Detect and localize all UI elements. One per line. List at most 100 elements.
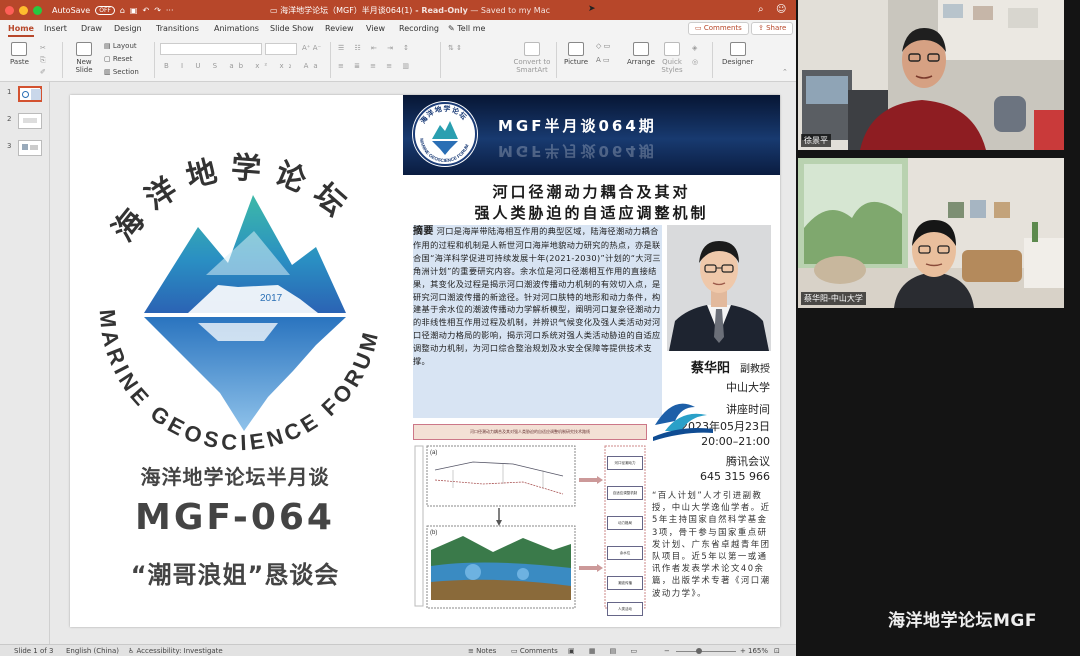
fit-slide-icon[interactable]: ⊡: [774, 647, 780, 655]
collapse-ribbon-icon[interactable]: ⌃: [782, 68, 788, 76]
font-grow-icon[interactable]: A⁺ A⁻: [302, 44, 321, 52]
font-format-icons[interactable]: B I U S ab x² x₂ Aa: [164, 62, 323, 70]
picture-icon: [568, 42, 585, 56]
font-name-select[interactable]: [160, 43, 262, 55]
ribbon-separator: [556, 42, 557, 78]
quick-styles-label: Quick Styles: [661, 58, 683, 74]
account-icon[interactable]: ☺: [776, 4, 786, 15]
notes-button[interactable]: ≡ Notes: [468, 647, 496, 655]
speaker-name: 蔡华阳: [690, 361, 730, 376]
speaker-photo: [667, 225, 771, 351]
zoom-level[interactable]: 165%: [748, 647, 768, 655]
slide-thumbnail-3[interactable]: [18, 140, 42, 156]
figure-step-box: 自适应调整机制: [607, 486, 643, 500]
shapes-icon[interactable]: ◇ ▭: [596, 42, 610, 50]
comments-button[interactable]: ▭ Comments: [688, 22, 749, 35]
close-window-button[interactable]: [5, 5, 14, 15]
tab-review[interactable]: Review: [325, 24, 354, 33]
slide-thumbnails-pane: 1 2 3: [0, 82, 50, 644]
cut-icon[interactable]: ✂: [40, 44, 46, 52]
copy-icon[interactable]: ⎘: [40, 56, 46, 65]
badge-logo-graphic: 海洋地学论坛 MARINE GEOSCIENCE FORUM: [413, 102, 477, 166]
slide-thumbnail-1[interactable]: [18, 86, 42, 102]
figure-step-box: 人类活动: [607, 602, 643, 616]
reset-button[interactable]: ▢ Reset: [104, 55, 132, 63]
tab-slide-show[interactable]: Slide Show: [270, 24, 314, 33]
search-icon[interactable]: ⌕: [758, 4, 764, 15]
quick-styles-button[interactable]: Quick Styles: [659, 42, 685, 74]
tell-me-label: Tell me: [457, 24, 486, 33]
thumbnail-number: 3: [7, 142, 12, 150]
participant-video-bottom[interactable]: 蔡华阳-中山大学: [798, 158, 1064, 308]
new-slide-button[interactable]: New Slide: [72, 42, 96, 74]
zoom-in-icon[interactable]: +: [740, 647, 746, 655]
fill-icon[interactable]: ◈: [692, 44, 697, 52]
event-title: “潮哥浪姐”恳谈会: [130, 561, 340, 589]
save-icon[interactable]: ▣: [130, 6, 138, 15]
share-button[interactable]: ⇪ Share: [751, 22, 794, 35]
lightbulb-icon: ✎: [448, 24, 458, 33]
tab-transitions[interactable]: Transitions: [156, 24, 199, 33]
saved-label: — Saved to my Mac: [467, 6, 550, 15]
picture-button[interactable]: Picture: [564, 42, 588, 66]
format-painter-icon[interactable]: ✐: [40, 68, 46, 76]
tab-design[interactable]: Design: [114, 24, 142, 33]
zoom-slider-knob[interactable]: [696, 648, 702, 654]
paste-button[interactable]: Paste: [10, 42, 29, 66]
outline-icon[interactable]: ◎: [692, 58, 698, 66]
minimize-window-button[interactable]: [19, 5, 28, 15]
designer-button[interactable]: Designer: [722, 42, 753, 66]
ribbon-separator: [330, 42, 331, 78]
status-comments-button[interactable]: ▭ Comments: [511, 647, 558, 655]
document-icon: ▭: [270, 6, 281, 15]
designer-icon: [729, 42, 746, 56]
slide-thumbnail-2[interactable]: [18, 113, 42, 129]
tab-recording[interactable]: Recording: [399, 24, 439, 33]
view-buttons[interactable]: ▣ ▦ ▤ ▭: [568, 647, 643, 655]
convert-smartart-button[interactable]: Convert to SmartArt: [512, 42, 552, 74]
align-icons[interactable]: ≡ ≣ ≡ ≡ ▥: [338, 62, 413, 70]
home-icon[interactable]: ⌂: [120, 6, 125, 15]
textbox-icon[interactable]: A ▭: [596, 56, 610, 64]
zoom-out-icon[interactable]: −: [664, 647, 670, 655]
slide-counter: Slide 1 of 3: [14, 647, 54, 655]
undo-icon[interactable]: ↶: [142, 6, 149, 15]
zoom-window-button[interactable]: [33, 5, 42, 15]
comments-label: Comments: [703, 24, 742, 32]
tab-home[interactable]: Home: [8, 24, 34, 37]
arrange-label: Arrange: [627, 58, 655, 66]
lecture-title-line2: 强人类胁迫的自适应调整机制: [474, 204, 709, 222]
status-bar: Slide 1 of 3 English (China) ♿ Accessibi…: [0, 644, 796, 656]
tab-animations[interactable]: Animations: [214, 24, 259, 33]
tab-draw[interactable]: Draw: [81, 24, 102, 33]
autosave-toggle[interactable]: OFF: [95, 5, 115, 15]
thumbnail-content: [23, 118, 37, 123]
section-button[interactable]: ▥ Section: [104, 68, 139, 76]
technical-roadmap-figure: 河口径潮动力耦合及其对强人类胁迫的自适应调整机制研究技术路线 (a) (b) 河…: [413, 424, 647, 622]
tab-view[interactable]: View: [366, 24, 385, 33]
arrange-button[interactable]: Arrange: [627, 42, 655, 66]
slide-canvas[interactable]: 海洋地学论坛 MARINE GEOSCIENCE FORUM 2017 海洋地学…: [70, 95, 780, 627]
language-status[interactable]: English (China): [66, 647, 119, 655]
layout-button[interactable]: ▤ Layout: [104, 42, 137, 50]
abstract-label: 摘要: [413, 226, 434, 237]
more-icon[interactable]: ···: [166, 6, 174, 15]
title-bar: AutoSave OFF ⌂ ▣ ↶ ↷ ··· ▭ 海洋地学论坛（MGF）半月…: [0, 0, 796, 20]
notes-icon: ≡: [468, 647, 477, 655]
figure-step-box: 潮波传播: [607, 576, 643, 590]
paste-label: Paste: [10, 58, 29, 66]
participant-video-top[interactable]: 徐景平: [798, 0, 1064, 150]
text-direction-icon[interactable]: ⇅ ⇕: [448, 44, 462, 52]
forum-logo: 海洋地学论坛 MARINE GEOSCIENCE FORUM 2017: [78, 135, 398, 475]
redo-icon[interactable]: ↷: [154, 6, 161, 15]
font-size-select[interactable]: [265, 43, 297, 55]
list-icons[interactable]: ☰ ☷ ⇤ ⇥ ↕: [338, 44, 413, 52]
thumbnail-number: 1: [7, 88, 12, 96]
tab-insert[interactable]: Insert: [44, 24, 67, 33]
tell-me-search[interactable]: ✎ Tell me: [448, 24, 485, 33]
zoom-slider[interactable]: [676, 651, 736, 652]
thumbnail-logo-icon: [22, 91, 29, 98]
accessibility-status[interactable]: ♿ Accessibility: Investigate: [128, 647, 223, 655]
speaker-affiliation: 中山大学: [726, 381, 770, 394]
video-panel: 徐景平 蔡华阳-中山大学: [796, 0, 1080, 656]
